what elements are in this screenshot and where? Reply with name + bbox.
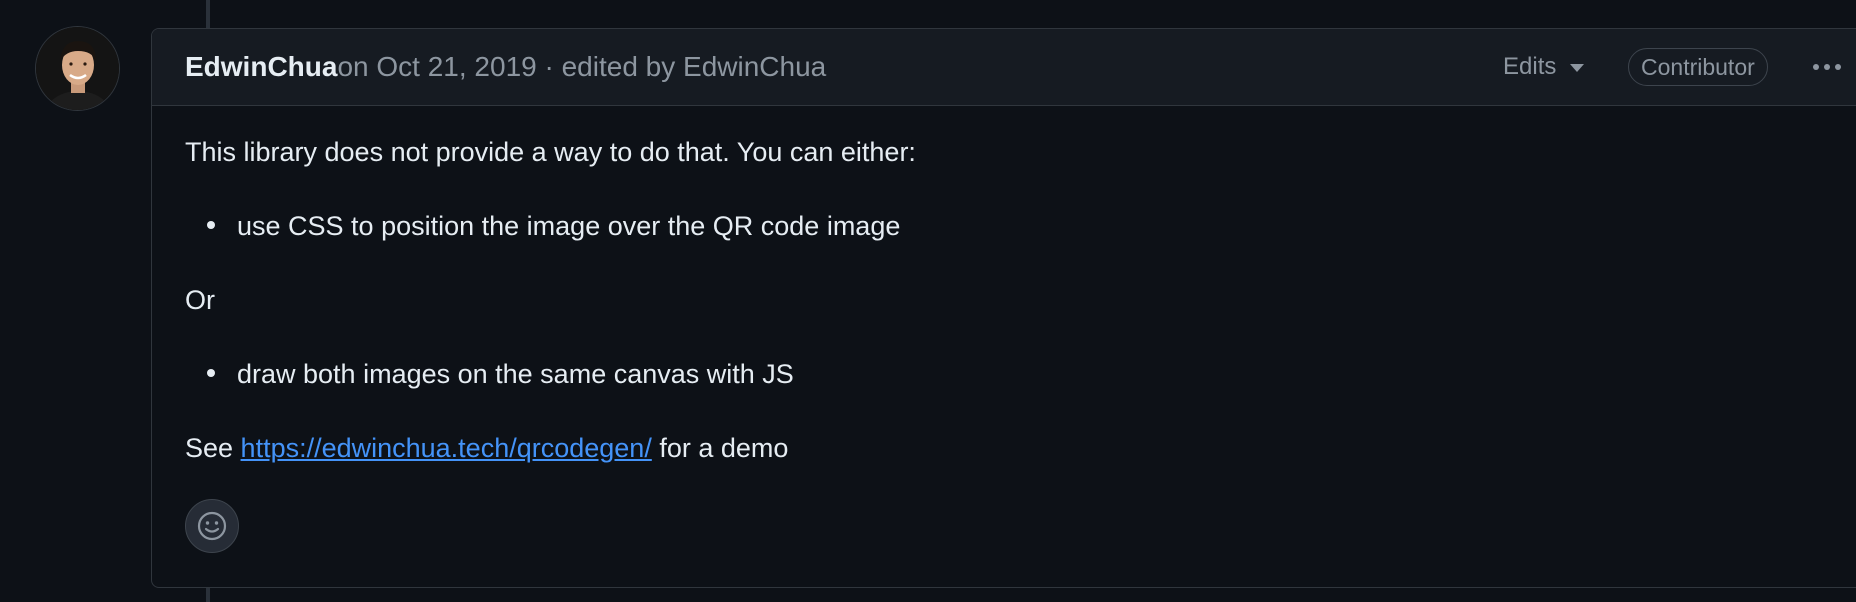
add-reaction-button[interactable] <box>185 499 239 553</box>
comment-header: EdwinChua on Oct 21, 2019 · edited by Ed… <box>152 29 1856 106</box>
issue-timeline: EdwinChua on Oct 21, 2019 · edited by Ed… <box>0 0 1856 602</box>
demo-suffix: for a demo <box>651 433 789 463</box>
bullet-icon <box>207 368 215 377</box>
avatar-photo-icon <box>36 27 119 110</box>
kebab-horizontal-icon[interactable] <box>1807 49 1847 85</box>
edits-label: Edits <box>1503 53 1557 80</box>
author-link[interactable]: EdwinChua <box>185 51 337 83</box>
edited-by-label: · edited by <box>536 51 684 82</box>
role-badge: Contributor <box>1628 48 1768 86</box>
bullet-icon <box>207 220 215 229</box>
comment-paragraph: See https://edwinchua.tech/qrcodegen/ fo… <box>185 430 788 466</box>
comment-paragraph: This library does not provide a way to d… <box>185 137 916 167</box>
comment-timestamp-link[interactable]: on Oct 21, 2019 <box>337 51 536 82</box>
comment-meta: EdwinChua on Oct 21, 2019 · edited by Ed… <box>185 29 826 105</box>
comment-paragraph: Or <box>185 285 215 315</box>
editor-link[interactable]: EdwinChua <box>683 51 826 82</box>
demo-link[interactable]: https://edwinchua.tech/qrcodegen/ <box>241 433 652 463</box>
list-item: draw both images on the same canvas with… <box>207 356 794 392</box>
smiley-icon <box>197 511 227 541</box>
edits-dropdown[interactable]: Edits <box>1503 29 1585 105</box>
list-item-text: draw both images on the same canvas with… <box>237 359 794 389</box>
caret-down-icon <box>1570 64 1585 72</box>
see-label: See <box>185 433 241 463</box>
list-item-text: use CSS to position the image over the Q… <box>237 211 901 241</box>
comment-card: EdwinChua on Oct 21, 2019 · edited by Ed… <box>151 28 1856 588</box>
avatar[interactable] <box>36 27 119 110</box>
list-item: use CSS to position the image over the Q… <box>207 208 900 244</box>
